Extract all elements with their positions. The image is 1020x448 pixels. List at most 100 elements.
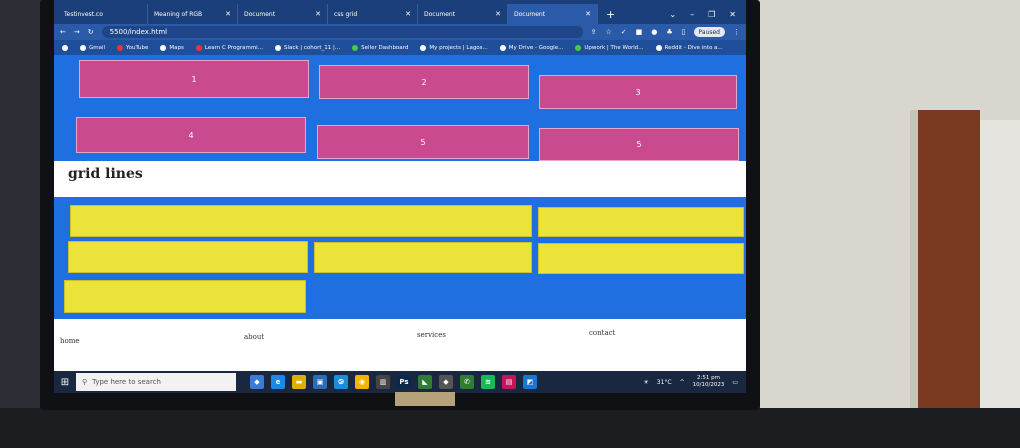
store-icon[interactable]: ▣ [313, 375, 327, 389]
share-icon[interactable]: ⇪ [591, 28, 597, 36]
tab-css-grid[interactable]: css grid ✕ [328, 4, 418, 24]
clock[interactable]: 2:51 pm 10/10/2023 [693, 375, 725, 389]
minimize-icon[interactable]: – [690, 10, 694, 19]
grid-lines-container [54, 197, 746, 319]
clock-date: 10/10/2023 [692, 382, 725, 388]
tab-strip: Testinvest.co Meaning of RGB ✕ Document ✕ … [54, 0, 746, 24]
bookmark-my-drive[interactable]: My Drive - Google... [499, 44, 564, 51]
upwork-icon [575, 44, 582, 51]
nav-link-contact[interactable]: contact [589, 329, 615, 337]
taskbar-search-input[interactable]: ⚲ Type here to search [76, 373, 236, 391]
grid-line-item [68, 241, 308, 273]
app-icon[interactable]: ◣ [418, 375, 432, 389]
bookmark-reddit[interactable]: Reddit - Dive into a... [655, 44, 723, 51]
puzzle-icon[interactable]: ♣ [666, 28, 672, 36]
page-heading: grid lines [68, 166, 143, 182]
youtube-icon [117, 44, 124, 51]
slack-icon [274, 44, 281, 51]
bookmark-label: Maps [169, 44, 184, 51]
nav-link-about[interactable]: about [244, 333, 264, 341]
figma-icon[interactable]: ▥ [376, 375, 390, 389]
web-page: 1 2 3 4 5 5 grid lines home about servic… [54, 55, 746, 371]
bookmark-gmail[interactable]: Gmail [80, 44, 105, 51]
photoshop-icon[interactable]: Ps [397, 375, 411, 389]
grid-item-label: 2 [421, 77, 427, 87]
extension-icon[interactable]: ● [651, 28, 657, 36]
url-input[interactable]: 5500/index.html [101, 26, 583, 38]
search-placeholder: Type here to search [92, 378, 161, 386]
close-icon[interactable]: ✕ [225, 10, 231, 18]
tab-document-active[interactable]: Document ✕ [508, 4, 598, 24]
chrome-icon[interactable]: ◉ [355, 375, 369, 389]
bookmark-my-projects[interactable]: My projects | Lagos... [420, 44, 488, 51]
close-icon[interactable]: ✕ [495, 10, 501, 18]
restore-icon[interactable]: ❐ [708, 10, 715, 19]
close-icon[interactable]: ✕ [405, 10, 411, 18]
grid-item-1: 1 [79, 60, 309, 98]
bookmark-label: Seller Dashboard [361, 44, 409, 51]
profile-paused-badge[interactable]: Paused [693, 27, 725, 37]
back-icon[interactable]: ← [60, 28, 66, 36]
app-icon[interactable]: ▤ [502, 375, 516, 389]
search-icon: ⚲ [82, 378, 88, 386]
clock-time: 2:51 pm [697, 375, 720, 381]
whatsapp-icon[interactable]: ✆ [460, 375, 474, 389]
bookmark-label: Learn C Programmi... [204, 44, 263, 51]
reload-icon[interactable]: ↻ [88, 28, 94, 36]
bookmark-youtube[interactable]: YouTube [117, 44, 149, 51]
file-explorer-icon[interactable]: ▬ [292, 375, 306, 389]
bookmark-learn-c[interactable]: Learn C Programmi... [195, 44, 263, 51]
bookmark-apps[interactable] [62, 44, 68, 51]
bookmark-upwork[interactable]: Upwork | The World... [575, 44, 644, 51]
tab-label: Document [424, 10, 456, 18]
nav-link-services[interactable]: services [417, 331, 446, 339]
temperature[interactable]: 31°C [657, 379, 672, 386]
star-icon[interactable]: ☆ [606, 28, 612, 36]
bookmark-seller-dashboard[interactable]: Seller Dashboard [352, 44, 409, 51]
extension-icon[interactable]: ✓ [621, 28, 627, 36]
vscode-icon[interactable]: ⧁ [334, 375, 348, 389]
tab-document-2[interactable]: Document ✕ [418, 4, 508, 24]
bookmark-label: Reddit - Dive into a... [664, 44, 723, 51]
grid-item-label: 5 [636, 140, 642, 149]
forward-icon[interactable]: → [74, 28, 80, 36]
system-tray: ☀ 31°C ^ 2:51 pm 10/10/2023 ▭ [643, 375, 746, 389]
bookmark-maps[interactable]: Maps [160, 44, 184, 51]
chevron-up-icon[interactable]: ^ [680, 379, 685, 386]
menu-icon[interactable]: ⋮ [733, 28, 740, 36]
grid-line-item [538, 207, 744, 237]
task-view-icon[interactable]: ◆ [250, 375, 264, 389]
tab-label: Document [244, 10, 276, 18]
bookmark-label: My projects | Lagos... [429, 44, 488, 51]
edge-icon[interactable]: e [271, 375, 285, 389]
bookmark-slack[interactable]: Slack | cohort_11 |... [274, 44, 340, 51]
windows-start-icon[interactable]: ⊞ [54, 371, 76, 393]
grid-item-label: 3 [635, 87, 641, 97]
apps-icon [62, 44, 68, 51]
grid-item-6: 5 [539, 128, 739, 161]
extension-icon[interactable]: ■ [636, 28, 643, 36]
grid-item-label: 1 [191, 74, 197, 84]
tab-label: Meaning of RGB [154, 10, 203, 18]
grid-item-label: 4 [188, 130, 194, 140]
close-icon[interactable]: ✕ [315, 10, 321, 18]
sidepanel-icon[interactable]: ▯ [682, 28, 686, 36]
maps-icon [160, 44, 167, 51]
tab-testinvest[interactable]: Testinvest.co [58, 4, 148, 24]
spotify-icon[interactable]: ≋ [481, 375, 495, 389]
bookmark-label: YouTube [126, 44, 149, 51]
chevron-down-icon[interactable]: ⌄ [669, 10, 676, 19]
app-icon[interactable]: ◆ [439, 375, 453, 389]
image-viewer-icon[interactable]: ◩ [523, 375, 537, 389]
bookmark-label: My Drive - Google... [508, 44, 564, 51]
weather-icon[interactable]: ☀ [643, 379, 648, 386]
close-window-icon[interactable]: ✕ [729, 10, 736, 19]
tab-label: css grid [334, 10, 358, 18]
tab-meaning-of-rgb[interactable]: Meaning of RGB ✕ [148, 4, 238, 24]
nav-link-home[interactable]: home [60, 337, 80, 345]
projects-icon [420, 44, 427, 51]
notification-icon[interactable]: ▭ [732, 379, 738, 386]
tab-document-1[interactable]: Document ✕ [238, 4, 328, 24]
close-icon[interactable]: ✕ [585, 10, 591, 18]
new-tab-button[interactable]: + [598, 4, 623, 24]
